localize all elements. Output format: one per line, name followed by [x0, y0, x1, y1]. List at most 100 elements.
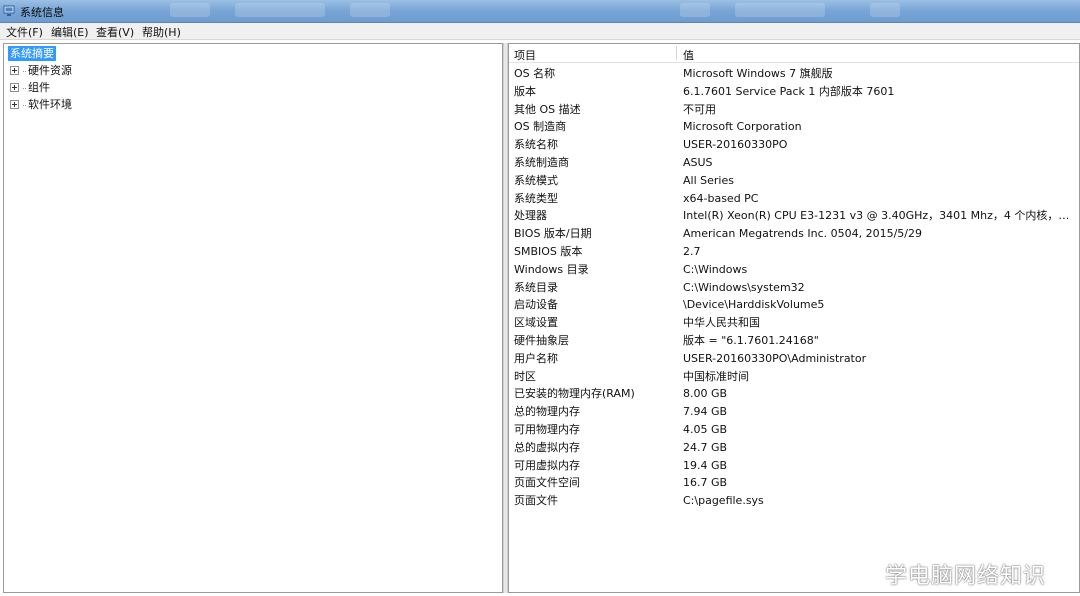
details-rows: OS 名称 Microsoft Windows 7 旗舰版版本 6.1.7601 S… [509, 65, 1079, 510]
row-item-label: 处理器 [514, 209, 547, 223]
table-row[interactable]: 总的物理内存 7.94 GB [509, 403, 1079, 421]
expand-icon[interactable] [10, 82, 19, 92]
table-row[interactable]: 版本 6.1.7601 Service Pack 1 内部版本 7601 [509, 83, 1079, 101]
table-row[interactable]: 启动设备 \Device\HarddiskVolume5 [509, 296, 1079, 314]
row-value: 7.94 GB [683, 405, 728, 419]
row-item-label: BIOS 版本/日期 [514, 227, 592, 241]
table-row[interactable]: 已安装的物理内存(RAM) 8.00 GB [509, 385, 1079, 403]
table-row[interactable]: 系统名称 USER-20160330PO [509, 136, 1079, 154]
row-item-label: 硬件抽象层 [514, 333, 569, 347]
expand-icon[interactable] [10, 65, 19, 75]
row-value: 19.4 GB [683, 458, 728, 472]
table-row[interactable]: 总的虚拟内存 24.7 GB [509, 439, 1079, 457]
row-value: C:\Windows\system32 [683, 280, 805, 294]
row-item-label: 总的物理内存 [514, 405, 580, 419]
row-item-label: 可用物理内存 [514, 422, 580, 436]
row-value: 24.7 GB [683, 440, 728, 454]
row-value: 4.05 GB [683, 422, 728, 436]
row-item-label: 系统模式 [514, 173, 558, 187]
row-item-label: 系统目录 [514, 280, 558, 294]
row-value: 6.1.7601 Service Pack 1 内部版本 7601 [683, 84, 895, 98]
menu-help[interactable]: 帮助(H) [140, 24, 183, 40]
row-value: Intel(R) Xeon(R) CPU E3-1231 v3 @ 3.40GH… [683, 209, 1075, 223]
table-row[interactable]: 页面文件空间 16.7 GB [509, 474, 1079, 492]
row-item-label: 已安装的物理内存(RAM) [514, 387, 635, 401]
system-info-icon [3, 4, 16, 17]
row-item-label: 总的虚拟内存 [514, 440, 580, 454]
table-row[interactable]: 系统类型 x64-based PC [509, 190, 1079, 208]
tree-item-software-environment[interactable]: 软件环境 [10, 97, 72, 113]
table-row[interactable]: 区域设置 中华人民共和国 [509, 314, 1079, 332]
table-row[interactable]: Windows 目录 C:\Windows [509, 261, 1079, 279]
row-item-label: OS 名称 [514, 67, 556, 80]
table-row[interactable]: 硬件抽象层 版本 = "6.1.7601.24168" [509, 332, 1079, 350]
tree-item-label: 硬件资源 [28, 64, 72, 77]
menu-view[interactable]: 查看(V) [94, 24, 136, 40]
tree-item-components[interactable]: 组件 [10, 80, 50, 96]
tree-item-hardware-resources[interactable]: 硬件资源 [10, 63, 72, 79]
row-value: All Series [683, 173, 734, 187]
column-header-value[interactable]: 值 [683, 47, 694, 63]
table-row[interactable]: 用户名称 USER-20160330PO\Administrator [509, 350, 1079, 368]
row-value: 2.7 [683, 244, 701, 258]
row-item-label: 时区 [514, 369, 536, 383]
table-row[interactable]: 可用虚拟内存 19.4 GB [509, 457, 1079, 475]
menu-bar: 文件(F) 编辑(E) 查看(V) 帮助(H) [0, 23, 1080, 40]
details-list[interactable]: 项目 值 OS 名称 Microsoft Windows 7 旗舰版版本 6.1.7… [508, 43, 1080, 593]
table-row[interactable]: 其他 OS 描述 不可用 [509, 101, 1079, 119]
row-item-label: SMBIOS 版本 [514, 244, 583, 258]
category-tree[interactable]: 系统摘要 硬件资源 组件 软件环境 [3, 43, 503, 593]
row-item-label: 用户名称 [514, 351, 558, 365]
row-item-label: 页面文件空间 [514, 476, 580, 490]
table-row[interactable]: 系统制造商 ASUS [509, 154, 1079, 172]
wechat-icon [849, 566, 879, 588]
row-value: \Device\HarddiskVolume5 [683, 298, 825, 312]
row-value: 16.7 GB [683, 476, 728, 490]
tree-item-system-summary[interactable]: 系统摘要 [8, 46, 56, 61]
table-row[interactable]: 处理器 Intel(R) Xeon(R) CPU E3-1231 v3 @ 3.4… [509, 207, 1079, 225]
table-row[interactable]: BIOS 版本/日期 American Megatrends Inc. 0504,… [509, 225, 1079, 243]
table-row[interactable]: 系统模式 All Series [509, 172, 1079, 190]
row-value: C:\Windows [683, 262, 748, 276]
row-item-label: 系统类型 [514, 191, 558, 205]
tree-item-label: 软件环境 [28, 98, 72, 111]
column-separator[interactable] [676, 46, 677, 60]
row-item-label: 页面文件 [514, 494, 558, 508]
table-row[interactable]: 时区 中国标准时间 [509, 368, 1079, 386]
table-row[interactable]: OS 制造商 Microsoft Corporation [509, 118, 1079, 136]
row-value: 8.00 GB [683, 387, 728, 401]
table-row[interactable]: 可用物理内存 4.05 GB [509, 421, 1079, 439]
tree-item-label: 组件 [28, 81, 50, 94]
row-value: ASUS [683, 155, 713, 169]
column-header: 项目 值 [509, 44, 1079, 63]
column-header-item[interactable]: 项目 [514, 47, 536, 63]
table-row[interactable]: OS 名称 Microsoft Windows 7 旗舰版 [509, 65, 1079, 83]
row-value: 中国标准时间 [683, 369, 749, 383]
row-item-label: 版本 [514, 84, 536, 98]
menu-edit[interactable]: 编辑(E) [49, 24, 91, 40]
row-value: Microsoft Windows 7 旗舰版 [683, 67, 833, 80]
row-item-label: OS 制造商 [514, 120, 567, 134]
row-value: C:\pagefile.sys [683, 494, 764, 508]
table-row[interactable]: 系统目录 C:\Windows\system32 [509, 279, 1079, 297]
row-value: USER-20160330PO [683, 138, 788, 152]
row-item-label: Windows 目录 [514, 262, 589, 276]
row-item-label: 可用虚拟内存 [514, 458, 580, 472]
watermark-text: 学电脑网络知识 [884, 564, 1046, 589]
row-item-label: 区域设置 [514, 316, 558, 330]
row-item-label: 系统制造商 [514, 155, 569, 169]
menu-file[interactable]: 文件(F) [4, 24, 45, 40]
row-item-label: 系统名称 [514, 138, 558, 152]
window-title: 系统信息 [20, 6, 64, 19]
row-value: 不可用 [683, 102, 716, 116]
title-bar: 系统信息 [0, 0, 1080, 23]
table-row[interactable]: 页面文件 C:\pagefile.sys [509, 492, 1079, 510]
row-value: USER-20160330PO\Administrator [683, 351, 867, 365]
expand-icon[interactable] [10, 99, 19, 109]
row-value: Microsoft Corporation [683, 120, 802, 134]
table-row[interactable]: SMBIOS 版本 2.7 [509, 243, 1079, 261]
row-value: 中华人民共和国 [683, 316, 760, 330]
row-value: 版本 = "6.1.7601.24168" [683, 333, 819, 347]
row-item-label: 其他 OS 描述 [514, 102, 581, 116]
watermark: 学电脑网络知识 [849, 563, 1046, 591]
